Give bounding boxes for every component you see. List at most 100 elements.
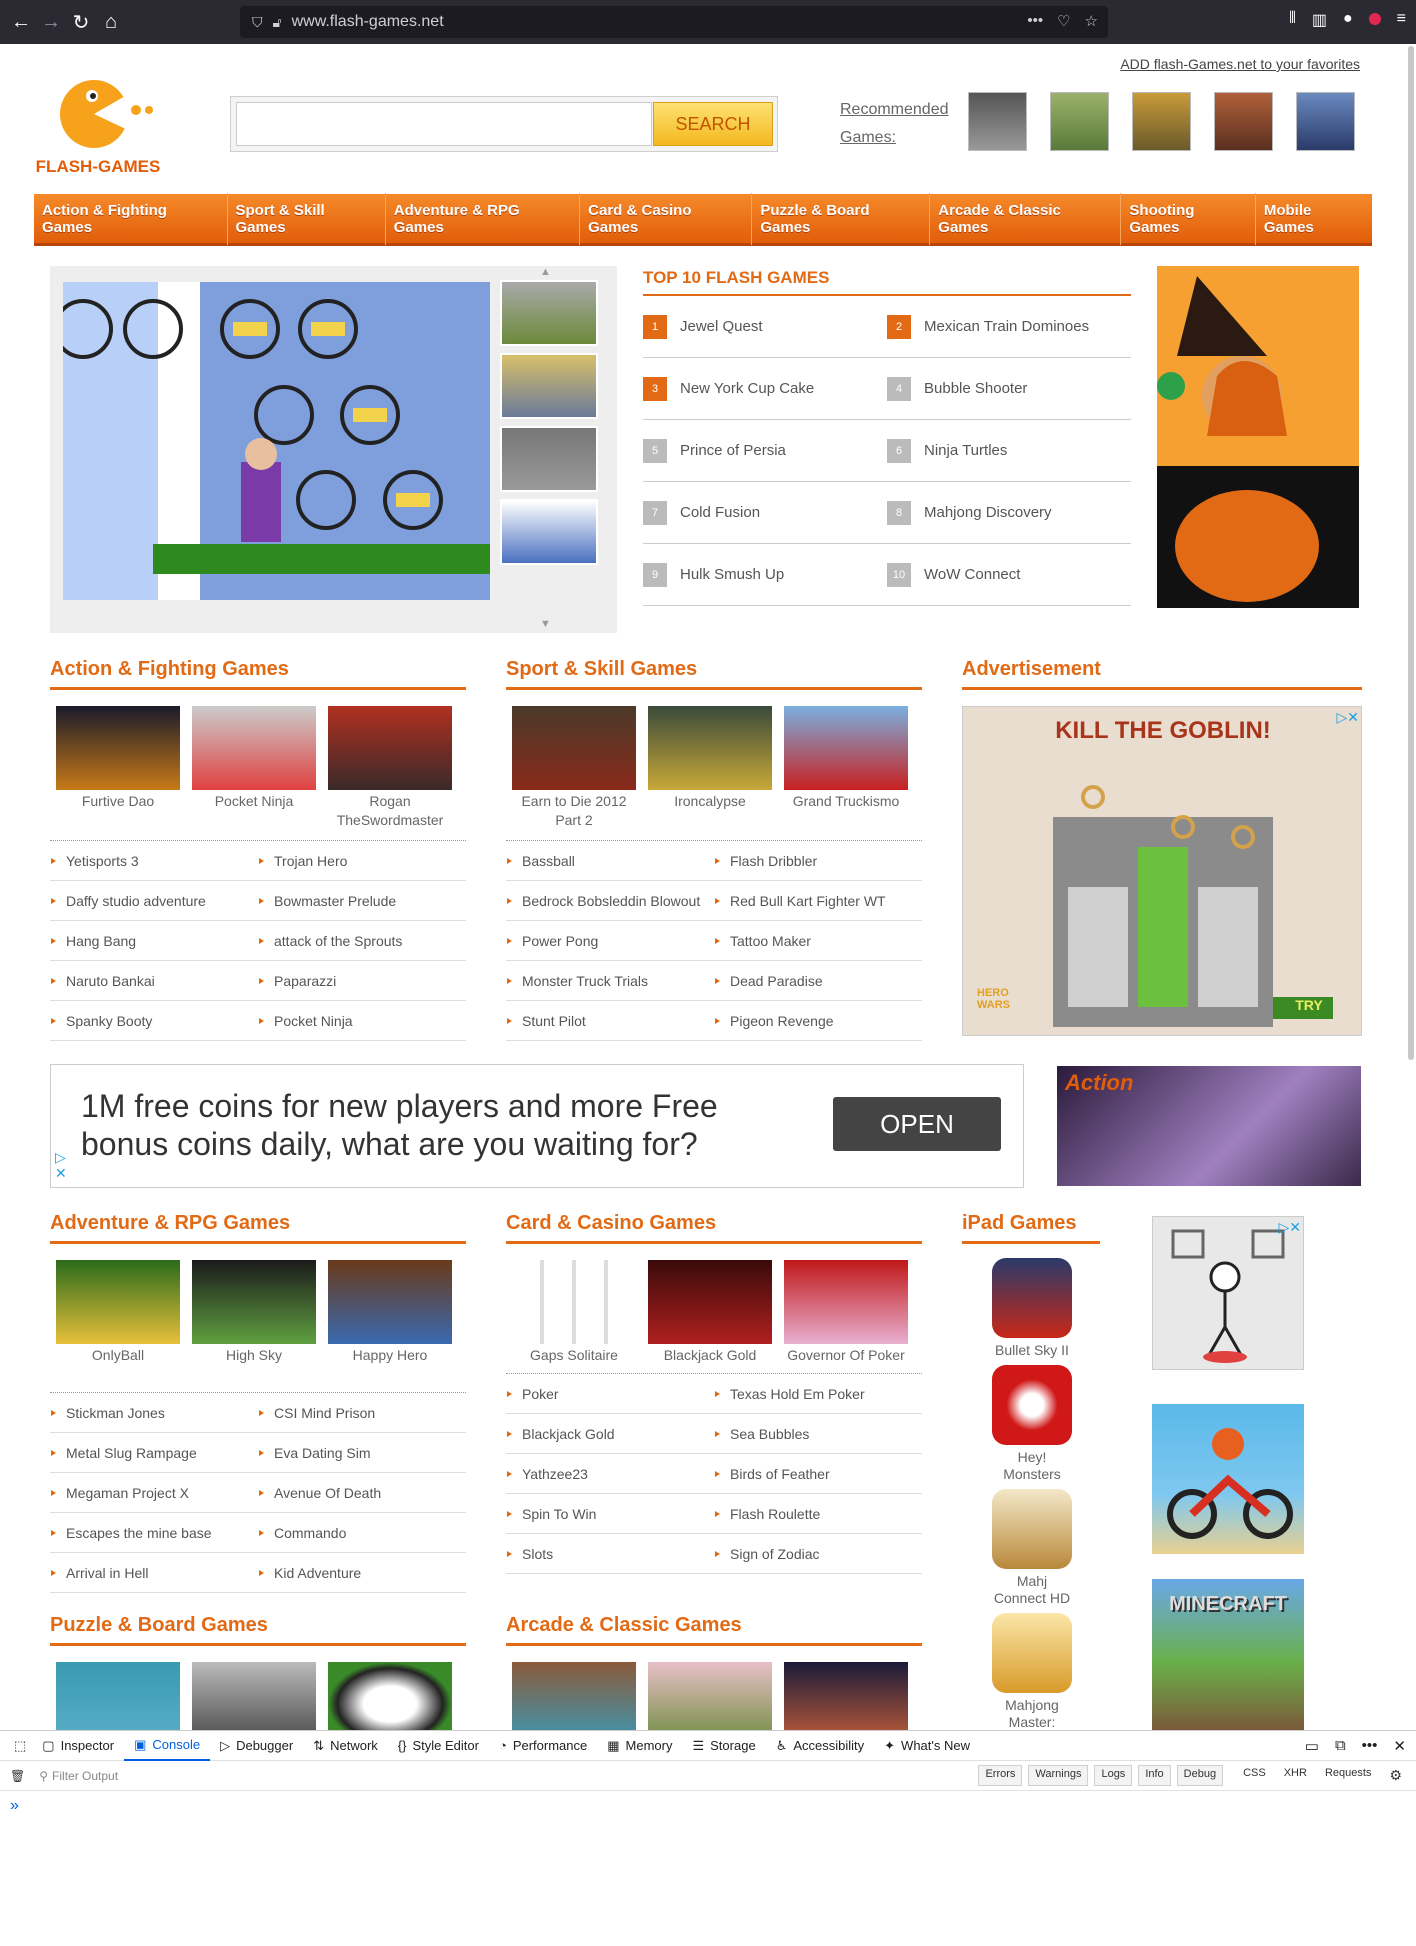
list-item[interactable]: Sea Bubbles xyxy=(714,1414,922,1454)
halloween-witch-banner[interactable] xyxy=(1157,266,1359,608)
game-thumb-label[interactable]: Blackjack Gold xyxy=(664,1347,757,1363)
game-thumb-label[interactable]: Rogan TheSwordmaster xyxy=(337,793,444,828)
game-thumb-label[interactable]: Earn to Die 2012 Part 2 xyxy=(521,793,626,828)
filter-xhr-button[interactable]: XHR xyxy=(1278,1765,1313,1786)
list-item[interactable]: Stunt Pilot xyxy=(506,1001,714,1041)
list-item[interactable]: Megaman Project X xyxy=(50,1473,258,1513)
game-thumb-image[interactable] xyxy=(328,1260,452,1344)
game-thumb[interactable] xyxy=(192,1662,316,1730)
game-thumb-label[interactable]: Governor Of Poker xyxy=(787,1347,905,1363)
game-thumb[interactable] xyxy=(648,1662,772,1730)
game-thumb[interactable]: Blackjack Gold xyxy=(648,1260,772,1365)
action-games-banner[interactable]: Action xyxy=(1057,1066,1361,1186)
list-item[interactable]: Bedrock Bobsleddin Blowout xyxy=(506,881,714,921)
recommended-game-thumb[interactable] xyxy=(1296,92,1355,151)
game-thumb-image[interactable] xyxy=(648,1260,772,1344)
list-item[interactable]: Poker xyxy=(506,1374,714,1414)
game-thumb[interactable]: Grand Truckismo xyxy=(784,706,908,830)
list-item[interactable]: Bassball xyxy=(506,841,714,881)
ipad-game-icon[interactable] xyxy=(992,1489,1072,1569)
list-item[interactable]: Birds of Feather xyxy=(714,1454,922,1494)
pick-element-icon[interactable]: ⬚ xyxy=(8,1738,32,1754)
featured-thumb[interactable] xyxy=(500,353,598,419)
adventure-section-title[interactable]: Adventure & RPG Games xyxy=(50,1212,466,1244)
list-item[interactable]: Pigeon Revenge xyxy=(714,1001,922,1041)
sport-section-title[interactable]: Sport & Skill Games xyxy=(506,658,922,690)
featured-thumb[interactable] xyxy=(500,499,598,565)
sidebar-icon[interactable]: ▥ xyxy=(1312,10,1327,30)
filter-requests-button[interactable]: Requests xyxy=(1319,1765,1377,1786)
top10-item[interactable]: 5 Prince of Persia xyxy=(643,420,887,482)
ipad-game-icon[interactable] xyxy=(992,1613,1072,1693)
list-item[interactable]: Metal Slug Rampage xyxy=(50,1433,258,1473)
filter-css-button[interactable]: CSS xyxy=(1237,1765,1272,1786)
tab-debugger[interactable]: ▷ Debugger xyxy=(210,1731,303,1761)
game-thumb-label[interactable]: Grand Truckismo xyxy=(793,793,900,809)
game-thumb[interactable]: Furtive Dao xyxy=(56,706,180,830)
library-icon[interactable]: ⫴ xyxy=(1289,10,1296,30)
list-item[interactable]: Power Pong xyxy=(506,921,714,961)
list-item[interactable]: Pocket Ninja xyxy=(258,1001,466,1041)
list-item[interactable]: Arrival in Hell xyxy=(50,1553,258,1593)
featured-game-image[interactable] xyxy=(53,282,490,600)
card-section-title[interactable]: Card & Casino Games xyxy=(506,1212,922,1244)
filter-input[interactable]: Filter Output xyxy=(52,1769,118,1783)
game-thumb[interactable]: Happy Hero xyxy=(328,1260,452,1365)
recommended-game-thumb[interactable] xyxy=(1050,92,1109,151)
tab-accessibility[interactable]: ♿︎ Accessibility xyxy=(766,1731,874,1761)
game-thumb-label[interactable]: Pocket Ninja xyxy=(215,793,294,809)
menu-item-action[interactable]: Action & Fighting Games xyxy=(34,192,228,245)
trash-icon[interactable]: 🗑︎ xyxy=(10,1769,25,1783)
menu-item-arcade[interactable]: Arcade & Classic Games xyxy=(930,192,1122,245)
top10-item[interactable]: 2 Mexican Train Dominoes xyxy=(887,296,1131,358)
url-text[interactable]: www.flash-games.net xyxy=(292,13,444,31)
game-thumb-label[interactable]: Gaps Solitaire xyxy=(530,1347,618,1363)
list-item[interactable]: Trojan Hero xyxy=(258,841,466,881)
top10-item[interactable]: 9 Hulk Smush Up xyxy=(643,544,887,606)
list-item[interactable]: Red Bull Kart Fighter WT xyxy=(714,881,922,921)
game-thumb[interactable]: Ironcalypse xyxy=(648,706,772,830)
tab-whats-new[interactable]: ✦ What's New xyxy=(874,1731,980,1761)
game-thumb-image[interactable] xyxy=(328,1662,452,1730)
more-options-icon[interactable]: ••• xyxy=(1362,1737,1378,1755)
list-item[interactable]: Hang Bang xyxy=(50,921,258,961)
game-thumb[interactable]: Gaps Solitaire xyxy=(512,1260,636,1365)
game-thumb-image[interactable] xyxy=(328,706,452,790)
game-thumb-image[interactable] xyxy=(512,1260,636,1344)
carousel-up-icon[interactable]: ▲ xyxy=(540,266,551,278)
game-thumb[interactable] xyxy=(784,1662,908,1730)
list-item[interactable]: Eva Dating Sim xyxy=(258,1433,466,1473)
filter-errors-button[interactable]: Errors xyxy=(978,1765,1023,1786)
list-item[interactable]: Daffy studio adventure xyxy=(50,881,258,921)
tab-inspector[interactable]: ▢ Inspector xyxy=(32,1731,124,1761)
list-item[interactable]: Yathzee23 xyxy=(506,1454,714,1494)
home-icon[interactable]: ⌂ xyxy=(96,7,126,37)
search-button[interactable]: SEARCH xyxy=(653,102,773,146)
ipad-game[interactable]: Hey! Monsters xyxy=(992,1365,1072,1483)
list-item[interactable]: Spanky Booty xyxy=(50,1001,258,1041)
menu-item-adventure[interactable]: Adventure & RPG Games xyxy=(386,192,581,245)
list-item[interactable]: Escapes the mine base xyxy=(50,1513,258,1553)
game-thumb-image[interactable] xyxy=(56,1260,180,1344)
stickman-ad[interactable]: ▷✕ xyxy=(1152,1216,1304,1370)
list-item[interactable]: Stickman Jones xyxy=(50,1393,258,1433)
menu-item-mobile[interactable]: Mobile Games xyxy=(1256,193,1372,245)
ipad-game-label[interactable]: Mahj Connect HD xyxy=(994,1573,1070,1606)
add-favorites-link[interactable]: ADD flash-Games.net to your favorites xyxy=(1120,56,1360,72)
ad-cta-button[interactable]: TRY xyxy=(1279,997,1339,1013)
filter-debug-button[interactable]: Debug xyxy=(1176,1765,1224,1786)
list-item[interactable]: Bowmaster Prelude xyxy=(258,881,466,921)
tab-memory[interactable]: ▦ Memory xyxy=(597,1731,682,1761)
game-thumb[interactable]: OnlyBall xyxy=(56,1260,180,1365)
arcade-section-title[interactable]: Arcade & Classic Games xyxy=(506,1614,922,1646)
tab-storage[interactable]: ☰ Storage xyxy=(682,1731,765,1761)
adchoices-icon[interactable]: ▷✕ xyxy=(1279,1219,1302,1236)
tab-network[interactable]: ⇅ Network xyxy=(303,1731,388,1761)
forward-icon[interactable]: → xyxy=(36,7,66,37)
game-thumb-image[interactable] xyxy=(56,706,180,790)
game-thumb-image[interactable] xyxy=(784,1260,908,1344)
bookmark-star-icon[interactable]: ☆ xyxy=(1085,12,1098,30)
game-thumb[interactable] xyxy=(328,1662,452,1730)
close-icon[interactable]: ✕ xyxy=(1393,1737,1406,1755)
list-item[interactable]: Flash Dribbler xyxy=(714,841,922,881)
